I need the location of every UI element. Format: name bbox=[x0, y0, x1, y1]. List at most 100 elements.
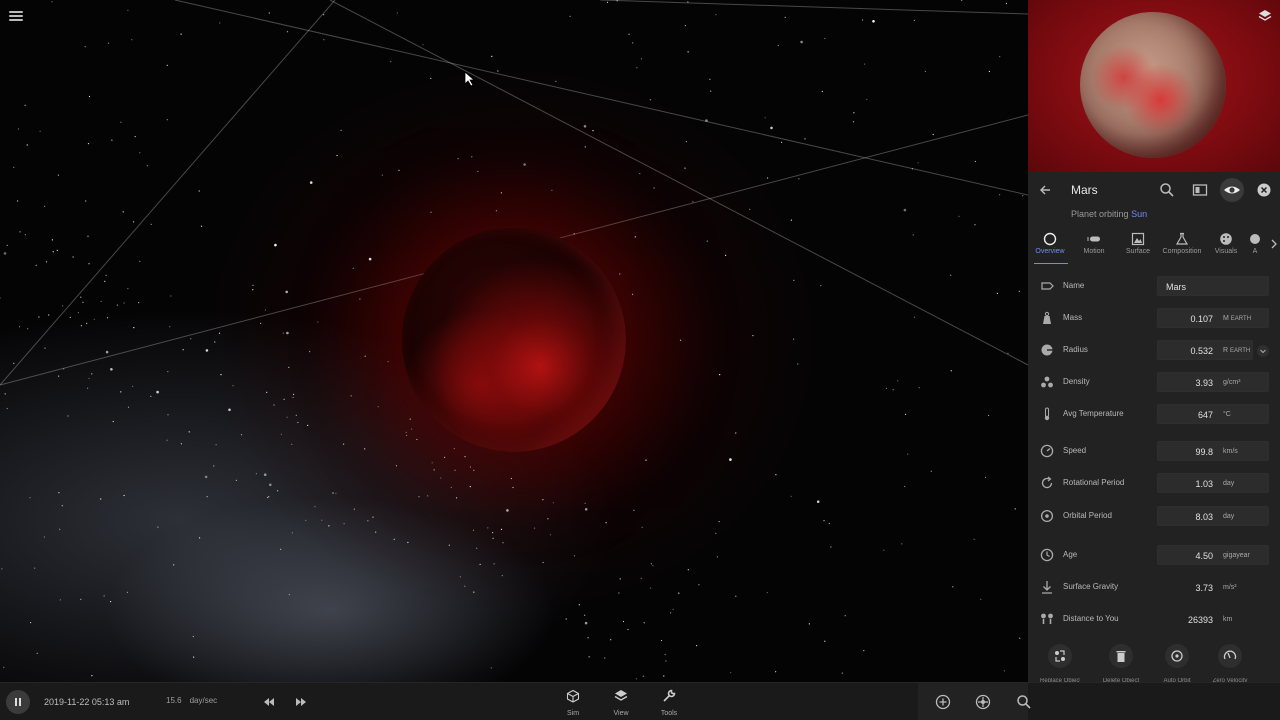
back-arrow-icon[interactable] bbox=[1038, 183, 1052, 197]
star bbox=[255, 473, 257, 475]
sim-menu-button[interactable]: Sim bbox=[558, 689, 588, 717]
density-value: 3.93 bbox=[1195, 378, 1213, 388]
star bbox=[824, 640, 826, 642]
star bbox=[252, 284, 254, 286]
star bbox=[123, 302, 125, 304]
parent-body-link[interactable]: Sun bbox=[1131, 209, 1147, 219]
star bbox=[913, 19, 916, 21]
star bbox=[619, 273, 621, 275]
star bbox=[133, 327, 135, 329]
star bbox=[444, 456, 446, 458]
star bbox=[808, 623, 810, 625]
eye-toggle[interactable] bbox=[1220, 178, 1244, 202]
star bbox=[343, 523, 345, 525]
tab-motion[interactable]: Motion bbox=[1072, 228, 1116, 262]
star bbox=[36, 652, 38, 654]
star bbox=[645, 459, 647, 461]
star bbox=[112, 420, 114, 423]
star bbox=[643, 622, 645, 624]
add-icon[interactable] bbox=[935, 694, 951, 710]
star bbox=[167, 414, 169, 416]
orbital-period-field[interactable]: 8.03 day bbox=[1157, 506, 1269, 526]
density-field[interactable]: 3.93 g/cm³ bbox=[1157, 372, 1269, 392]
star bbox=[684, 167, 686, 169]
fast-forward-icon[interactable] bbox=[294, 695, 308, 709]
tab-label: Motion bbox=[1083, 248, 1105, 255]
tab-overview[interactable]: Overview bbox=[1028, 228, 1072, 264]
replace-object-button[interactable]: Replace Object bbox=[1040, 644, 1080, 682]
star bbox=[430, 211, 432, 213]
star bbox=[375, 531, 377, 533]
chevron-down-icon[interactable] bbox=[1257, 345, 1269, 357]
star bbox=[407, 541, 409, 544]
star bbox=[427, 495, 429, 497]
star bbox=[200, 225, 203, 227]
star bbox=[218, 332, 221, 334]
temperature-field[interactable]: 647 °C bbox=[1157, 404, 1269, 424]
orbit-line bbox=[174, 0, 1028, 196]
star bbox=[293, 393, 295, 395]
tab-visuals[interactable]: Visuals bbox=[1204, 228, 1248, 262]
star bbox=[352, 267, 354, 269]
star bbox=[583, 125, 587, 128]
search-icon[interactable] bbox=[1159, 182, 1175, 198]
mass-field[interactable]: 0.107 M EARTH bbox=[1157, 308, 1269, 328]
view-menu-button[interactable]: View bbox=[606, 689, 636, 717]
star bbox=[84, 46, 86, 48]
close-icon[interactable] bbox=[1256, 182, 1272, 198]
layers-icon[interactable] bbox=[1258, 9, 1272, 23]
star bbox=[901, 543, 903, 545]
radius-value: 0.532 bbox=[1190, 346, 1213, 356]
star bbox=[314, 506, 316, 508]
age-field[interactable]: 4.50 gigayear bbox=[1157, 545, 1269, 565]
star bbox=[790, 219, 793, 221]
zero-velocity-button[interactable]: Zero Velocity bbox=[1210, 644, 1250, 682]
chevron-right-icon[interactable] bbox=[1270, 238, 1278, 250]
panel-icon[interactable] bbox=[1192, 182, 1208, 198]
star bbox=[627, 628, 629, 631]
star bbox=[678, 592, 680, 594]
star bbox=[150, 395, 152, 397]
star bbox=[604, 657, 606, 659]
trash-icon bbox=[1116, 651, 1126, 662]
tools-menu-button[interactable]: Tools bbox=[654, 689, 684, 717]
star bbox=[872, 20, 875, 23]
auto-orbit-button[interactable]: Auto Orbit bbox=[1157, 644, 1197, 682]
star bbox=[277, 490, 279, 492]
star bbox=[781, 141, 783, 143]
star bbox=[85, 200, 87, 202]
delete-object-button[interactable]: Delete Object bbox=[1101, 644, 1141, 682]
name-field[interactable]: Mars bbox=[1157, 276, 1269, 296]
rotational-period-field[interactable]: 1.03 day bbox=[1157, 473, 1269, 493]
speed-field[interactable]: 99.8 km/s bbox=[1157, 441, 1269, 461]
star bbox=[274, 243, 277, 247]
star bbox=[473, 591, 475, 593]
star bbox=[127, 9, 129, 11]
star bbox=[305, 519, 307, 522]
star bbox=[640, 577, 642, 579]
tab-surface[interactable]: Surface bbox=[1116, 228, 1160, 262]
star bbox=[749, 208, 751, 210]
orbital-period-unit: day bbox=[1223, 513, 1235, 520]
tab-more[interactable]: A bbox=[1248, 228, 1262, 262]
orbital-period-value: 8.03 bbox=[1195, 512, 1213, 522]
search-icon[interactable] bbox=[1016, 694, 1032, 710]
space-viewport[interactable] bbox=[0, 0, 1028, 682]
sim-speed[interactable]: 15.6 day/sec bbox=[166, 696, 217, 705]
pause-button[interactable] bbox=[6, 690, 30, 714]
star bbox=[828, 522, 830, 525]
star bbox=[111, 139, 113, 141]
sim-date[interactable]: 2019-11-22 05:13 am bbox=[44, 697, 129, 707]
star bbox=[323, 39, 325, 41]
mars-planet[interactable] bbox=[402, 228, 626, 452]
star bbox=[770, 126, 773, 130]
age-unit: gigayear bbox=[1223, 552, 1250, 559]
prop-surface-gravity: Surface Gravity 3.73 m/s² bbox=[1028, 575, 1280, 599]
move-icon[interactable] bbox=[975, 694, 991, 710]
star bbox=[988, 414, 990, 417]
tab-composition[interactable]: Composition bbox=[1160, 228, 1204, 262]
radius-field[interactable]: 0.532 R EARTH bbox=[1157, 340, 1269, 360]
star bbox=[664, 653, 666, 656]
hamburger-icon[interactable] bbox=[9, 9, 23, 23]
rewind-icon[interactable] bbox=[262, 695, 276, 709]
